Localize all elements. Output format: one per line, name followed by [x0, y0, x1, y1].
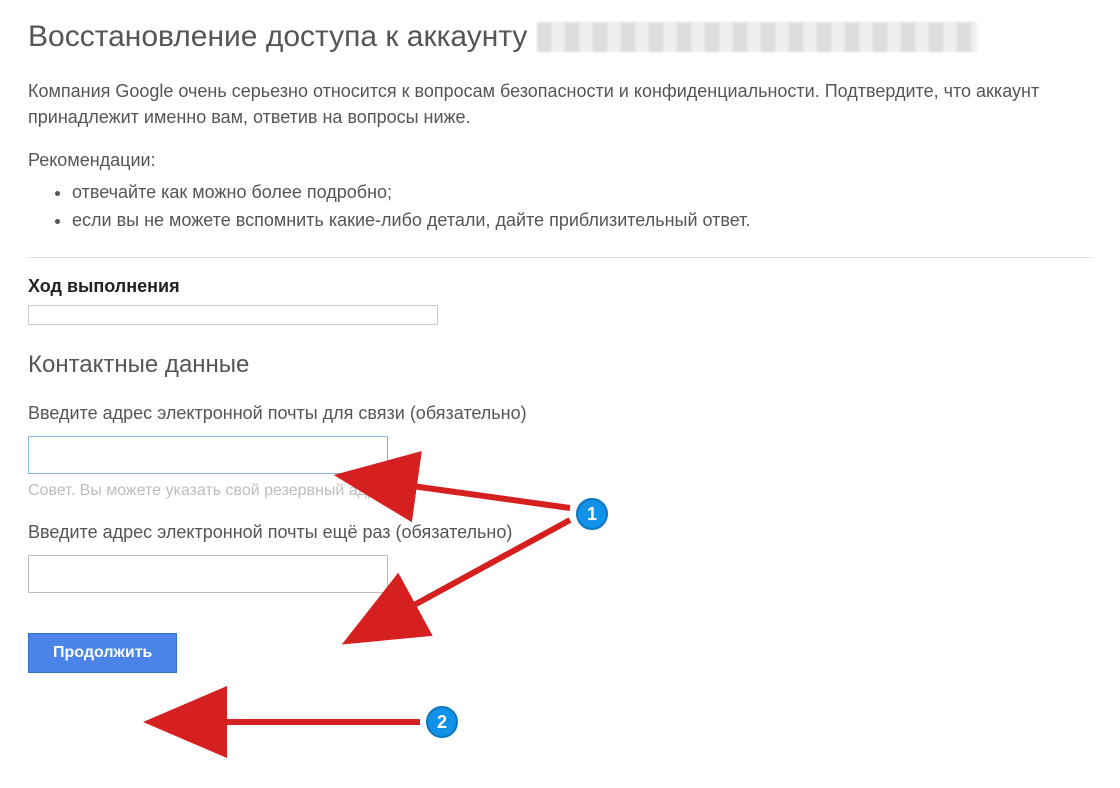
recommendations-label: Рекомендации:: [28, 150, 1092, 171]
recommendation-item: если вы не можете вспомнить какие-либо д…: [72, 207, 1092, 235]
email-label: Введите адрес электронной почты для связ…: [28, 403, 1092, 424]
annotation-badge-2: 2: [426, 706, 458, 738]
intro-text: Компания Google очень серьезно относится…: [28, 78, 1092, 130]
progress-label: Ход выполнения: [28, 276, 1092, 297]
redacted-account-name: [537, 22, 977, 52]
progress-bar: [28, 305, 438, 325]
continue-button[interactable]: Продолжить: [28, 633, 177, 673]
page-title-text: Восстановление доступа к аккаунту: [28, 20, 527, 54]
email-hint: Совет. Вы можете указать свой резервный …: [28, 482, 1092, 500]
email-confirm-input[interactable]: [28, 555, 388, 593]
email-input[interactable]: [28, 436, 388, 474]
divider: [28, 257, 1092, 258]
email-confirm-label: Введите адрес электронной почты ещё раз …: [28, 522, 1092, 543]
recommendation-item: отвечайте как можно более подробно;: [72, 179, 1092, 207]
page-title: Восстановление доступа к аккаунту: [28, 20, 1092, 54]
contact-heading: Контактные данные: [28, 351, 1092, 379]
recommendations-list: отвечайте как можно более подробно; если…: [28, 179, 1092, 235]
